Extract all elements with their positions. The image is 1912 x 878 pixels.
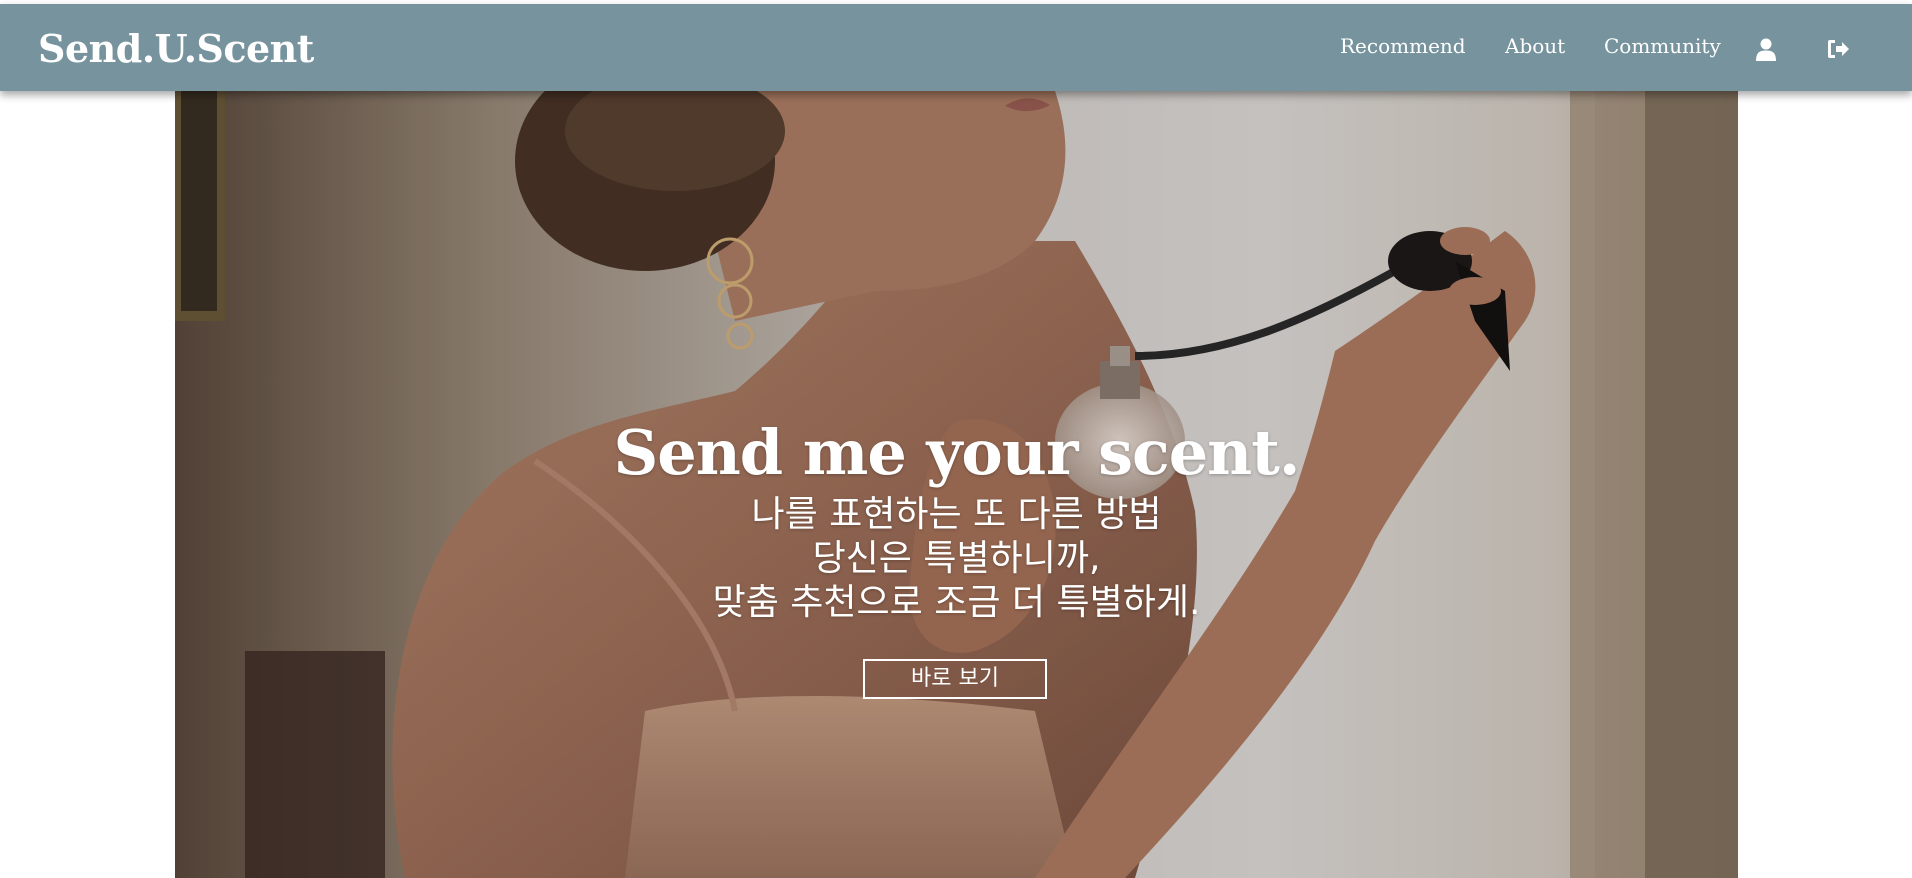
hero-line-3: 맞춤 추천으로 조금 더 특별하게.: [712, 582, 1201, 623]
nav-link-about[interactable]: About: [1505, 34, 1565, 58]
hero-title: Send me your scent.: [613, 416, 1301, 489]
view-now-button[interactable]: 바로 보기: [863, 659, 1047, 699]
hero-line-2: 당신은 특별하니까,: [812, 538, 1101, 579]
hero-line-1: 나를 표현하는 또 다른 방법: [751, 494, 1162, 535]
nav-link-recommend[interactable]: Recommend: [1340, 34, 1466, 58]
sign-out-icon[interactable]: [1826, 37, 1850, 61]
brand-logo[interactable]: Send.U.Scent: [38, 26, 314, 71]
nav-link-community[interactable]: Community: [1604, 34, 1721, 58]
navbar: Send.U.Scent Recommend About Community: [0, 4, 1912, 91]
user-icon[interactable]: [1754, 37, 1778, 61]
hero-section: Send me your scent. 나를 표현하는 또 다른 방법 당신은 …: [175, 91, 1738, 878]
